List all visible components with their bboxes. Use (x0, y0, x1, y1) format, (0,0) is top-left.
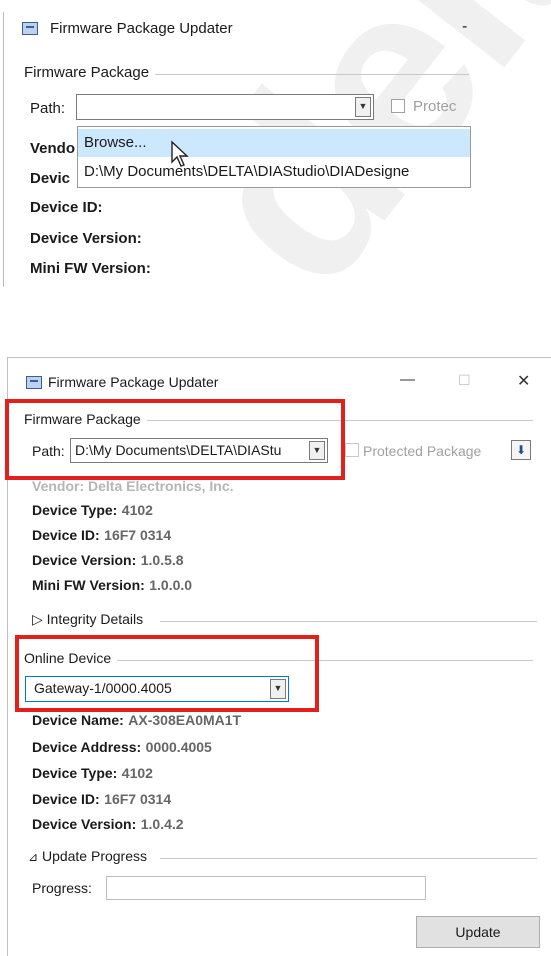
expand-arrow-icon: ▷ (32, 611, 43, 627)
device-version-label: Device Version: (30, 230, 142, 247)
firmware-package-group-label: Firmware Package (24, 64, 156, 81)
progress-label: Progress: (32, 880, 92, 896)
mini-fw-version-value: 1.0.0.0 (149, 577, 193, 593)
device-id-value: 16F7 0314 (104, 791, 172, 807)
mini-fw-version-label: Mini FW Version: (32, 577, 145, 593)
minimize-button[interactable]: - (462, 18, 467, 36)
window-title: Firmware Package Updater (48, 374, 219, 390)
protected-package-label: Protected Package (363, 443, 482, 459)
package-device-id-row: Device ID: 16F7 0314 (32, 527, 171, 545)
window-title: Firmware Package Updater (50, 20, 233, 37)
device-name-row: Device Name: AX-308EA0MA1T (32, 712, 241, 730)
device-id-value: 16F7 0314 (104, 527, 172, 543)
device-version-label: Device Version: (32, 816, 137, 832)
progress-bar (106, 876, 426, 900)
download-button[interactable]: ⬇ (511, 440, 531, 460)
device-version-label: Device Version: (32, 552, 137, 568)
package-mini-fw-row: Mini FW Version: 1.0.0.0 (32, 577, 192, 595)
device-address-label: Device Address: (32, 739, 142, 755)
group-divider (160, 621, 537, 622)
dropdown-item-browse[interactable]: Browse... (78, 129, 470, 157)
path-combobox[interactable]: ▼ (76, 94, 374, 120)
online-device-version-row: Device Version: 1.0.4.2 (32, 816, 184, 834)
highlight-firmware-package (5, 399, 345, 480)
highlight-online-device (15, 635, 319, 712)
integrity-details-label: Integrity Details (46, 611, 144, 627)
vendor-row: Vendor: Delta Electronics, Inc. (32, 478, 234, 494)
vendor-label: Vendo (30, 140, 76, 157)
collapse-arrow-icon: ⊿ (28, 850, 39, 864)
device-type-value: 4102 (121, 502, 153, 518)
online-device-id-row: Device ID: 16F7 0314 (32, 791, 171, 809)
online-device-type-row: Device Type: 4102 (32, 765, 153, 783)
protected-package-checkbox[interactable] (391, 99, 405, 113)
mini-fw-version-label: Mini FW Version: (30, 260, 151, 277)
device-version-value: 1.0.4.2 (140, 816, 184, 832)
path-dropdown-list: Browse... D:\My Documents\DELTA\DIAStudi… (77, 126, 471, 188)
minimize-button[interactable]: — (400, 371, 415, 388)
device-type-label: Device Type: (32, 765, 118, 781)
device-address-value: 0000.4005 (145, 739, 212, 755)
package-device-version-row: Device Version: 1.0.5.8 (32, 552, 184, 570)
device-address-row: Device Address: 0000.4005 (32, 739, 212, 757)
update-progress-label: Update Progress (41, 848, 148, 864)
dropdown-item-recent-path[interactable]: D:\My Documents\DELTA\DIAStudio\DIADesig… (78, 158, 470, 186)
device-id-label: Device ID: (32, 791, 100, 807)
device-type-label: Devic (30, 170, 71, 187)
device-name-label: Device Name: (32, 712, 124, 728)
update-button[interactable]: Update (416, 916, 540, 948)
vendor-value: Delta Electronics, Inc. (88, 478, 234, 494)
app-icon (22, 22, 38, 35)
device-type-value: 4102 (121, 765, 153, 781)
top-dialog-left-border (3, 12, 4, 287)
device-type-label: Device Type: (32, 502, 118, 518)
vendor-label: Vendor: (32, 478, 85, 494)
device-id-label: Device ID: (30, 199, 103, 216)
protected-package-label: Protec (413, 98, 457, 115)
device-id-label: Device ID: (32, 527, 100, 543)
protected-package-checkbox[interactable] (345, 443, 359, 457)
package-device-type-row: Device Type: 4102 (32, 502, 153, 520)
chevron-down-icon[interactable]: ▼ (355, 97, 371, 117)
device-version-value: 1.0.5.8 (140, 552, 184, 568)
path-label: Path: (30, 100, 66, 117)
integrity-details-expander[interactable]: ▷ Integrity Details (32, 611, 143, 628)
close-button[interactable]: ✕ (517, 371, 530, 391)
group-divider (160, 858, 537, 859)
maximize-button[interactable]: ☐ (458, 372, 471, 389)
app-icon (26, 376, 42, 389)
mouse-cursor-icon (171, 140, 189, 167)
download-icon: ⬇ (515, 443, 527, 457)
update-progress-expander[interactable]: ⊿ Update Progress (28, 848, 147, 864)
device-name-value: AX-308EA0MA1T (128, 712, 242, 728)
